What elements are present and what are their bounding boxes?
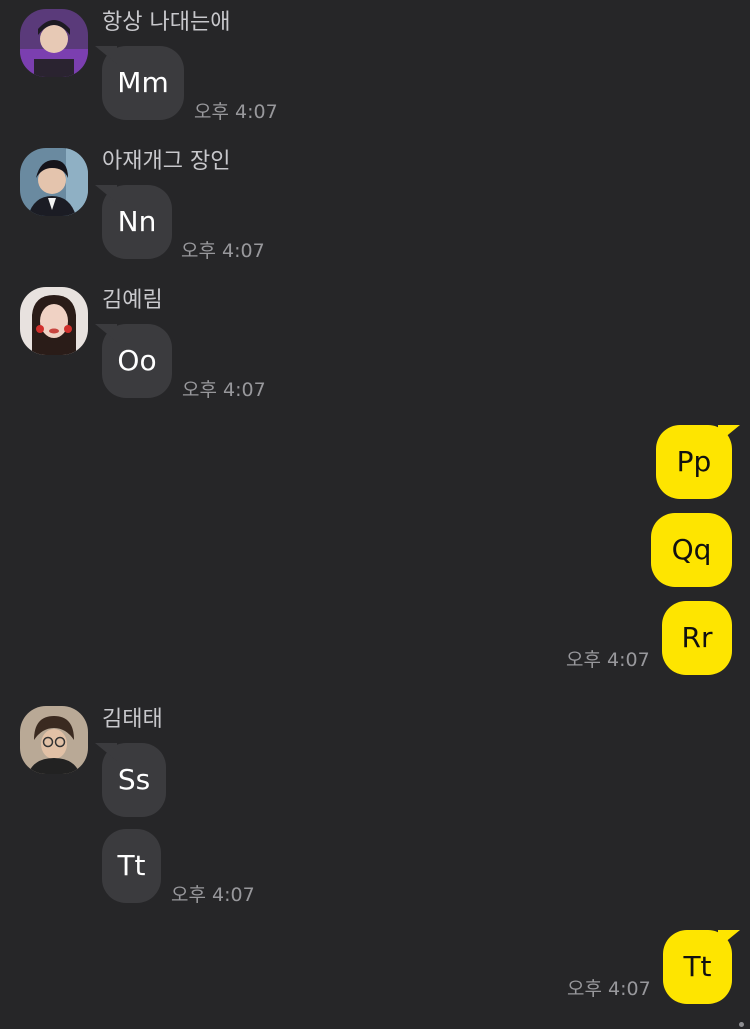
my-message-bubble[interactable]: Qq	[651, 513, 732, 587]
message-timestamp: 오후 4:07	[171, 884, 255, 906]
sender-name: 김예림	[102, 288, 163, 313]
message-bubble[interactable]: Nn	[102, 185, 172, 259]
message-timestamp: 오후 4:07	[194, 101, 278, 123]
message-bubble[interactable]: Tt	[102, 829, 161, 903]
profile-photo-4	[20, 706, 88, 774]
sender-name: 김태태	[102, 707, 163, 732]
my-message-bubble[interactable]: Pp	[656, 425, 732, 499]
profile-photo-1	[20, 9, 88, 77]
avatar-sender-2[interactable]	[20, 148, 88, 216]
message-timestamp: 오후 4:07	[181, 240, 265, 262]
message-timestamp: 오후 4:07	[566, 649, 650, 671]
sender-name: 항상 나대는애	[102, 10, 231, 35]
profile-photo-2	[20, 148, 88, 216]
message-timestamp: 오후 4:07	[182, 379, 266, 401]
message-bubble[interactable]: Mm	[102, 46, 184, 120]
scroll-indicator[interactable]	[739, 1022, 744, 1027]
message-timestamp: 오후 4:07	[567, 978, 651, 1000]
profile-photo-3	[20, 287, 88, 355]
message-bubble[interactable]: Oo	[102, 324, 172, 398]
sender-name: 아재개그 장인	[102, 149, 231, 174]
avatar-sender-1[interactable]	[20, 9, 88, 77]
my-message-bubble[interactable]: Tt	[663, 930, 732, 1004]
avatar-sender-4[interactable]	[20, 706, 88, 774]
message-bubble[interactable]: Ss	[102, 743, 166, 817]
avatar-sender-3[interactable]	[20, 287, 88, 355]
my-message-bubble[interactable]: Rr	[662, 601, 732, 675]
